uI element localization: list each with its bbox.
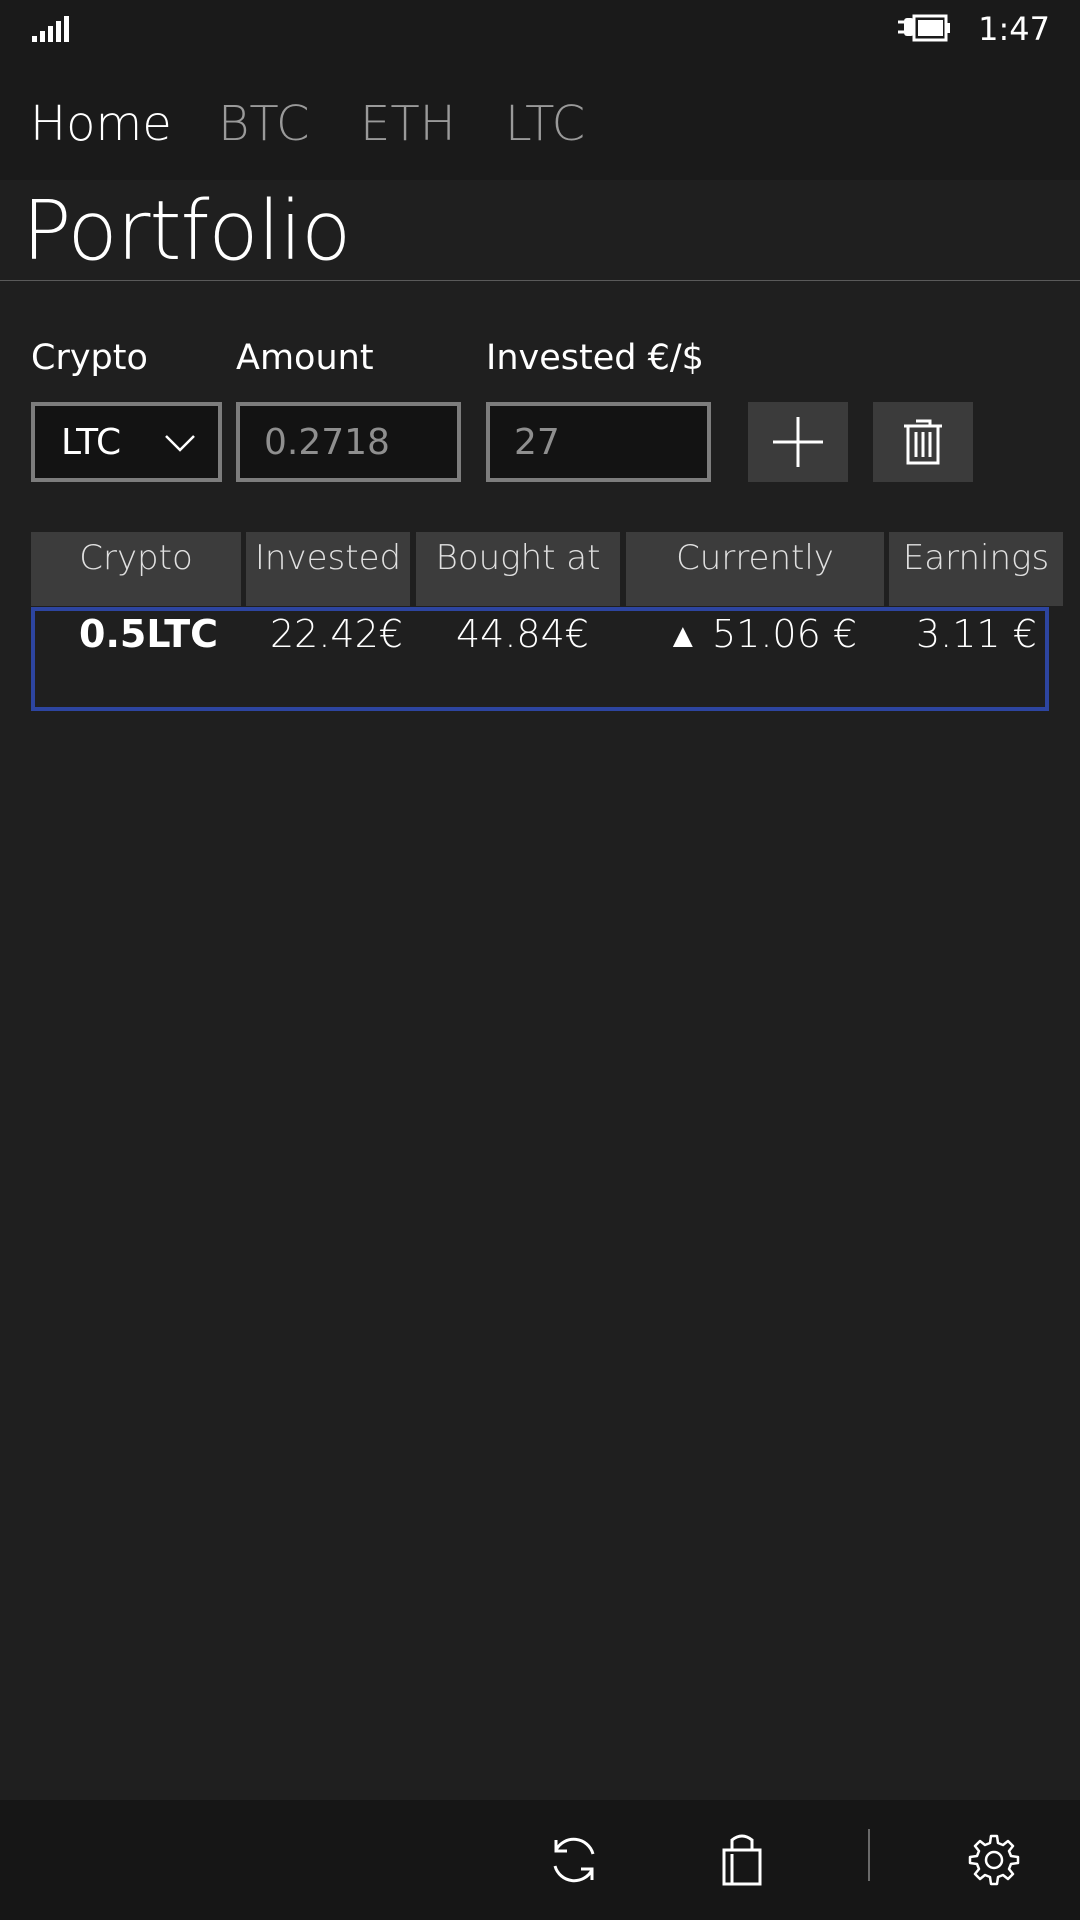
invested-label: Invested €/$ <box>486 338 704 378</box>
clock: 1:47 <box>978 10 1050 48</box>
pivot-nav: Home BTC ETH LTC <box>0 58 1080 180</box>
tab-ltc[interactable]: LTC <box>505 96 585 152</box>
row-earnings-cell: 3.11 € <box>916 612 1037 656</box>
status-bar: 1:47 <box>0 0 1080 58</box>
column-header-invested: Invested <box>246 532 410 606</box>
crypto-label: Crypto <box>31 338 148 378</box>
refresh-icon[interactable] <box>546 1832 602 1888</box>
title-divider <box>0 280 1080 281</box>
row-invested-cell: 22.42€ <box>270 612 403 656</box>
row-bought-at-cell: 44.84€ <box>456 612 589 656</box>
delete-button[interactable] <box>873 402 973 482</box>
app-bar <box>0 1800 1080 1920</box>
row-crypto-cell: 0.5LTC <box>79 612 219 656</box>
crypto-select-value: LTC <box>61 421 122 463</box>
chevron-down-icon <box>165 435 195 452</box>
shopping-bag-icon[interactable] <box>714 1832 770 1888</box>
amount-field[interactable]: 0.2718 <box>236 402 461 482</box>
row-currently-cell: 51.06 € <box>712 612 858 656</box>
tab-home[interactable]: Home <box>30 96 172 152</box>
amount-label: Amount <box>236 338 374 378</box>
amount-field-value: 0.2718 <box>264 421 390 463</box>
column-header-currently: Currently <box>626 532 884 606</box>
invested-field-value: 27 <box>514 421 560 463</box>
trend-up-icon: ▲ <box>666 616 700 656</box>
signal-icon <box>32 16 72 42</box>
gear-icon[interactable] <box>966 1832 1022 1888</box>
column-header-earnings: Earnings <box>889 532 1063 606</box>
tab-btc[interactable]: BTC <box>218 96 309 152</box>
crypto-select[interactable]: LTC <box>31 402 222 482</box>
app-bar-separator <box>868 1829 870 1881</box>
battery-charging-icon <box>898 14 950 42</box>
plus-icon <box>773 417 823 467</box>
tab-eth[interactable]: ETH <box>360 96 456 152</box>
column-header-bought-at: Bought at <box>416 532 620 606</box>
invested-field[interactable]: 27 <box>486 402 711 482</box>
trash-icon <box>904 419 942 465</box>
add-button[interactable] <box>748 402 848 482</box>
column-header-crypto: Crypto <box>31 532 241 606</box>
page-title: Portfolio <box>22 184 351 279</box>
